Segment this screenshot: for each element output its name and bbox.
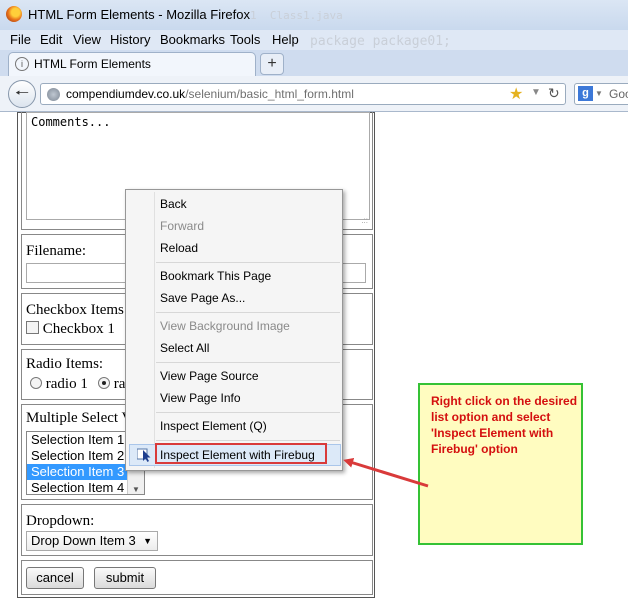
url-text: compendiumdev.co.uk/selenium/basic_html_… [66,87,354,101]
menu-history[interactable]: History [110,32,150,47]
reload-icon[interactable]: ↻ [548,85,560,102]
new-tab-button[interactable]: + [260,53,284,75]
search-input-text: Goo [609,87,628,101]
context-menu: Back Forward Reload Bookmark This Page S… [125,189,343,471]
checkbox-items-label: Checkbox Items: [26,302,129,318]
highlight-box [155,443,327,464]
url-host: compendiumdev.co.uk [66,87,186,101]
menu-separator [156,262,340,263]
back-arrow-icon: 🠐 [15,85,29,102]
bookmark-star-icon[interactable]: ★ [509,84,523,104]
menu-separator [156,412,340,413]
menu-bookmarks[interactable]: Bookmarks [160,32,225,47]
tab-html-form-elements[interactable]: i HTML Form Elements [8,52,256,76]
firefox-logo-icon [6,6,22,22]
menu-item-view-background-image[interactable]: View Background Image [160,319,290,333]
menu-item-view-source[interactable]: View Page Source [160,369,259,383]
multi-select-label: Multiple Select V [26,410,133,426]
menu-item-inspect-element[interactable]: Inspect Element (Q) [160,419,267,433]
radio-1-label: radio 1 [45,376,88,392]
menu-view[interactable]: View [73,32,101,47]
globe-icon [47,88,60,101]
radio-1[interactable] [30,377,42,389]
search-bar[interactable]: g ▼ Goo [574,83,628,105]
tab-label: HTML Form Elements [34,57,151,71]
history-dropdown-icon[interactable]: ▼ [531,87,541,98]
menu-item-save-page[interactable]: Save Page As... [160,291,245,305]
cancel-button[interactable]: cancel [26,567,84,589]
chevron-down-icon: ▼ [143,536,152,546]
menu-edit[interactable]: Edit [40,32,62,47]
submit-button[interactable]: submit [94,567,156,589]
dropdown-cell: Dropdown: Drop Down Item 3 ▼ [21,504,373,556]
menu-separator [156,312,340,313]
radio-items-label: Radio Items: [26,356,104,372]
menu-item-back[interactable]: Back [160,197,187,211]
menu-bar: File Edit View History Bookmarks Tools H… [0,30,628,50]
back-button[interactable]: 🠐 [8,80,36,108]
resize-grip-icon[interactable]: .:: [361,216,368,225]
radio-1-row[interactable]: radio 1 [30,376,88,393]
search-engine-dropdown-icon[interactable]: ▼ [595,89,603,98]
buttons-cell: cancel submit [21,560,373,595]
checkbox-1-label: Checkbox 1 [42,321,115,337]
radio-2-row[interactable]: ra [98,376,125,393]
menu-item-select-all[interactable]: Select All [160,341,209,355]
menu-help[interactable]: Help [272,32,299,47]
url-bar[interactable]: compendiumdev.co.uk/selenium/basic_html_… [40,83,566,105]
scroll-down-icon[interactable]: ▼ [132,485,140,494]
menu-gutter [154,192,155,468]
instruction-callout: Right click on the desired list option a… [418,383,583,545]
ghost-code-text: package package01; [310,34,451,49]
window-titlebar: HTML Form Elements - Mozilla Firefox 1 C… [0,0,628,30]
dropdown-value: Drop Down Item 3 [31,533,136,548]
checkbox-1-row[interactable]: Checkbox 1 [26,321,115,338]
checkbox-1[interactable] [26,321,39,334]
url-path: /selenium/basic_html_form.html [185,87,354,101]
menu-tools[interactable]: Tools [230,32,260,47]
tab-strip: i HTML Form Elements + [0,50,628,76]
callout-text: Right click on the desired list option a… [431,394,578,456]
menu-item-forward[interactable]: Forward [160,219,204,233]
menu-item-reload[interactable]: Reload [160,241,198,255]
radio-2[interactable] [98,377,110,389]
navigation-toolbar: 🠐 compendiumdev.co.uk/selenium/basic_htm… [0,76,628,112]
google-search-icon[interactable]: g [578,86,593,101]
menu-separator [156,440,340,441]
filename-label: Filename: [26,243,86,259]
window-title: HTML Form Elements - Mozilla Firefox [28,7,250,22]
menu-file[interactable]: File [10,32,31,47]
menu-item-view-info[interactable]: View Page Info [160,391,241,405]
dropdown-label: Dropdown: [26,513,95,529]
dropdown-select[interactable]: Drop Down Item 3 ▼ [26,531,158,551]
menu-item-bookmark[interactable]: Bookmark This Page [160,269,271,283]
firebug-cursor-icon [137,448,151,462]
ghost-code-text: 1 Class1.java [250,9,343,22]
menu-separator [156,362,340,363]
radio-2-label: ra [113,376,126,392]
page-info-icon: i [15,57,29,71]
